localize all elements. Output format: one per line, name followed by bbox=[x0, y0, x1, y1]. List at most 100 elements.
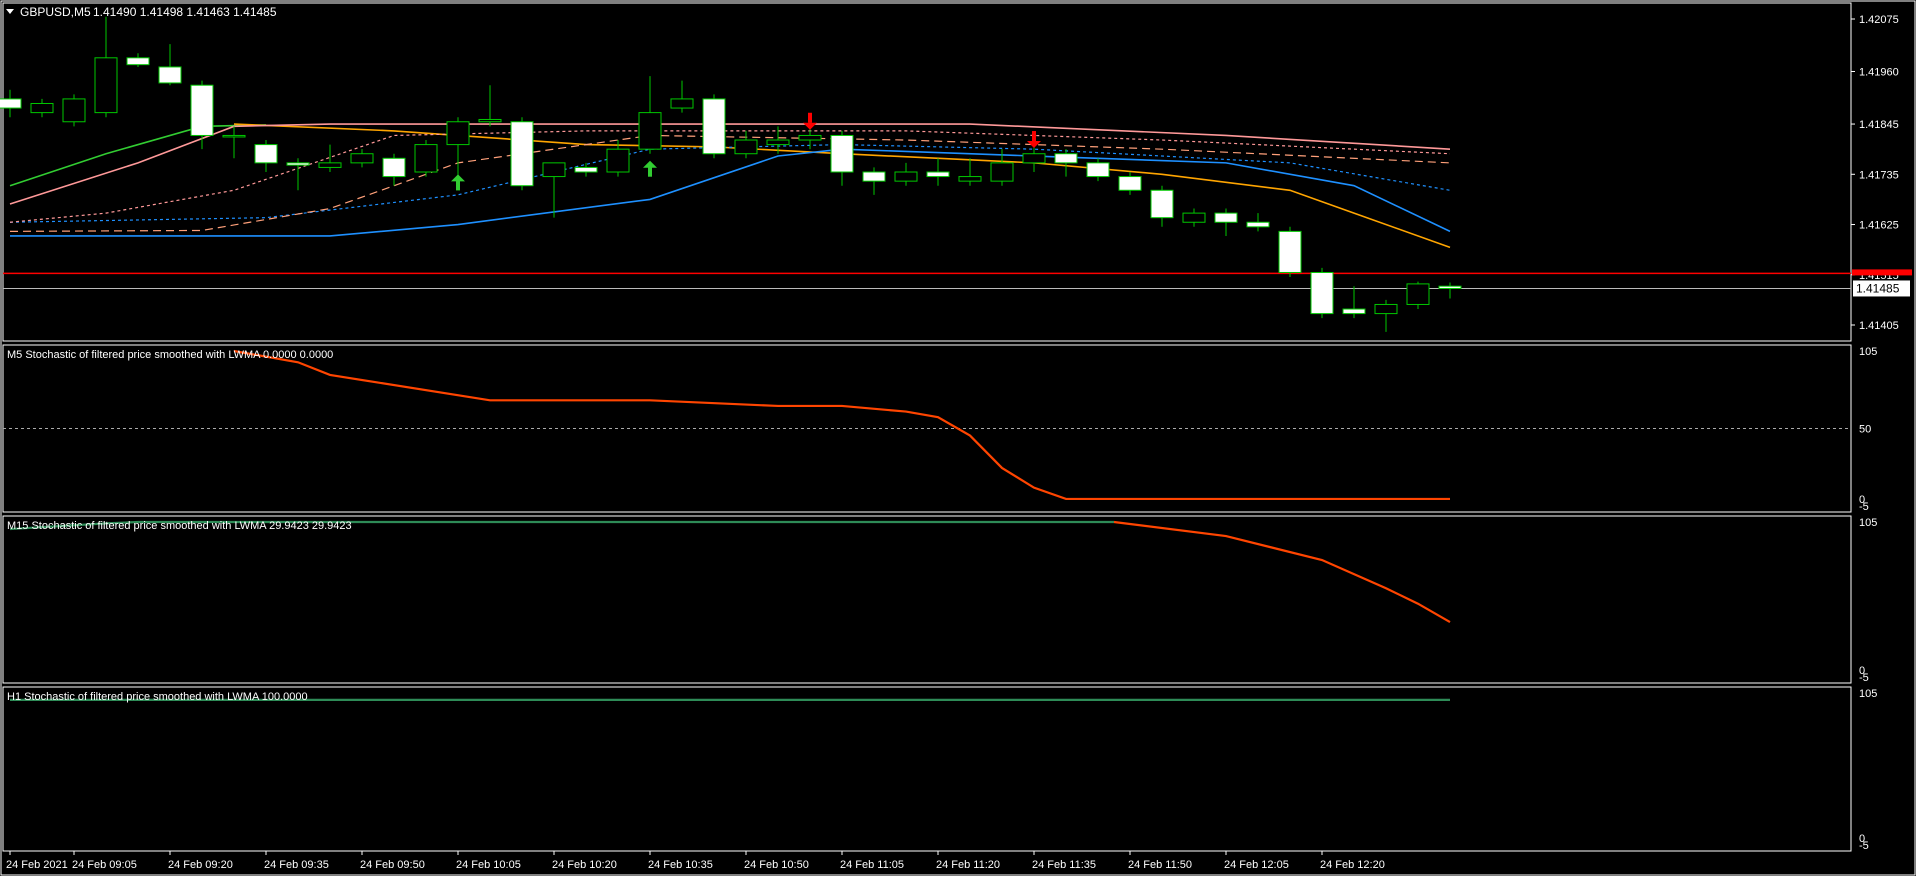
price-axis-label: 1.41735 bbox=[1859, 169, 1899, 181]
candle bbox=[1246, 213, 1270, 232]
candle bbox=[318, 144, 342, 172]
candle-body bbox=[350, 153, 374, 164]
candle bbox=[958, 158, 982, 186]
arrow-head bbox=[451, 174, 465, 182]
candle bbox=[1054, 149, 1078, 177]
candle bbox=[62, 94, 86, 127]
h1-stochastic-title: H1 Stochastic of filtered price smoothed… bbox=[7, 691, 308, 703]
candle-body bbox=[478, 118, 502, 123]
sell-arrow-icon bbox=[1027, 131, 1041, 149]
candle-body bbox=[1150, 189, 1174, 219]
time-axis-label: 24 Feb 11:05 bbox=[840, 859, 904, 871]
candle bbox=[830, 130, 854, 186]
candle-body bbox=[1022, 153, 1046, 164]
candle-body bbox=[894, 171, 918, 182]
time-axis-label: 24 Feb 11:35 bbox=[1032, 859, 1096, 871]
arrow-shaft bbox=[456, 180, 460, 191]
candle bbox=[574, 162, 598, 177]
price-axis-label: 1.42075 bbox=[1859, 14, 1899, 26]
candle bbox=[510, 117, 534, 191]
arrow-shaft bbox=[648, 166, 652, 177]
candle bbox=[1086, 158, 1110, 182]
candle bbox=[94, 16, 118, 118]
candle-body bbox=[1246, 221, 1270, 228]
indicator-axis-label: 105 bbox=[1859, 517, 1877, 529]
time-axis-label: 24 Feb 11:50 bbox=[1128, 859, 1192, 871]
candle-body bbox=[830, 134, 854, 173]
trading-chart[interactable]: 1.420751.419601.418451.417351.416251.415… bbox=[0, 0, 1916, 876]
candle-body bbox=[318, 162, 342, 168]
m15-stochastic-title: M15 Stochastic of filtered price smoothe… bbox=[7, 520, 352, 532]
candle-body bbox=[446, 121, 470, 146]
candle-body bbox=[606, 148, 630, 173]
candle bbox=[894, 162, 918, 186]
candle-body bbox=[798, 134, 822, 141]
arrow-head bbox=[643, 160, 657, 168]
candle-body bbox=[1182, 212, 1206, 223]
time-axis-label: 24 Feb 12:05 bbox=[1224, 859, 1289, 871]
candle bbox=[190, 80, 214, 150]
indicator-axis-label: -5 bbox=[1859, 672, 1869, 684]
chart-panes bbox=[0, 0, 1916, 876]
candle bbox=[1214, 208, 1238, 236]
candle bbox=[350, 149, 374, 168]
candle bbox=[222, 126, 246, 159]
candle bbox=[286, 158, 310, 191]
candle-body bbox=[1406, 283, 1430, 305]
candle bbox=[1374, 299, 1398, 332]
candle-body bbox=[766, 139, 790, 146]
time-axis-label: 24 Feb 10:50 bbox=[744, 859, 809, 871]
m5-stochastic-title: M5 Stochastic of filtered price smoothed… bbox=[7, 349, 333, 361]
candle bbox=[1150, 185, 1174, 227]
indicator-axis-label: 105 bbox=[1859, 346, 1877, 358]
candle-body bbox=[158, 66, 182, 84]
time-axis-label: 24 Feb 09:05 bbox=[72, 859, 137, 871]
candle-body bbox=[30, 102, 54, 114]
candle-body bbox=[0, 98, 22, 109]
candle bbox=[1118, 172, 1142, 195]
dropdown-triangle-icon[interactable] bbox=[6, 9, 14, 14]
candle-body bbox=[1118, 176, 1142, 191]
candle-body bbox=[926, 171, 950, 178]
price-axis-label: 1.41845 bbox=[1859, 119, 1899, 131]
candle bbox=[1278, 226, 1302, 278]
candle-body bbox=[574, 166, 598, 173]
price-axis-label: 1.41405 bbox=[1859, 320, 1899, 332]
candle-body bbox=[638, 112, 662, 150]
stochastic-line bbox=[1113, 520, 1451, 624]
chart-marks: 1.420751.419601.418451.417351.416251.415… bbox=[0, 14, 1912, 871]
candle-body bbox=[190, 84, 214, 136]
candle-body bbox=[1278, 230, 1302, 273]
indicator-axis-label: 105 bbox=[1859, 688, 1877, 700]
arrow-shaft bbox=[1032, 131, 1036, 142]
price-axis-label: 1.41625 bbox=[1859, 220, 1899, 232]
candle-body bbox=[1054, 153, 1078, 164]
time-axis-label: 24 Feb 09:20 bbox=[168, 859, 233, 871]
candle bbox=[1438, 282, 1462, 299]
candle bbox=[126, 53, 150, 67]
buy-arrow-icon bbox=[451, 174, 465, 191]
candle bbox=[414, 140, 438, 177]
candle bbox=[542, 162, 566, 218]
symbol-header[interactable]: GBPUSD,M5 1.41490 1.41498 1.41463 1.4148… bbox=[6, 5, 277, 19]
current-price-tag: 1.41485 bbox=[1853, 280, 1910, 297]
candle bbox=[1342, 286, 1366, 319]
candle bbox=[254, 140, 278, 172]
candle-body bbox=[1374, 303, 1398, 315]
time-axis-label: 24 Feb 10:20 bbox=[552, 859, 617, 871]
time-axis-label: 24 Feb 10:05 bbox=[456, 859, 521, 871]
candle-body bbox=[862, 171, 886, 182]
time-axis-label: 24 Feb 09:50 bbox=[360, 859, 425, 871]
candle-body bbox=[958, 176, 982, 182]
arrow-head bbox=[803, 122, 817, 130]
candle bbox=[382, 153, 406, 186]
candle bbox=[862, 167, 886, 195]
candle bbox=[702, 94, 726, 159]
red-price-tag bbox=[1852, 269, 1912, 276]
candle-body bbox=[1214, 212, 1238, 223]
candle bbox=[30, 98, 54, 118]
candle bbox=[926, 158, 950, 186]
time-axis-label: 24 Feb 09:35 bbox=[264, 859, 329, 871]
moving-average-line-0 bbox=[9, 124, 267, 187]
stochastic-line bbox=[233, 349, 1450, 501]
